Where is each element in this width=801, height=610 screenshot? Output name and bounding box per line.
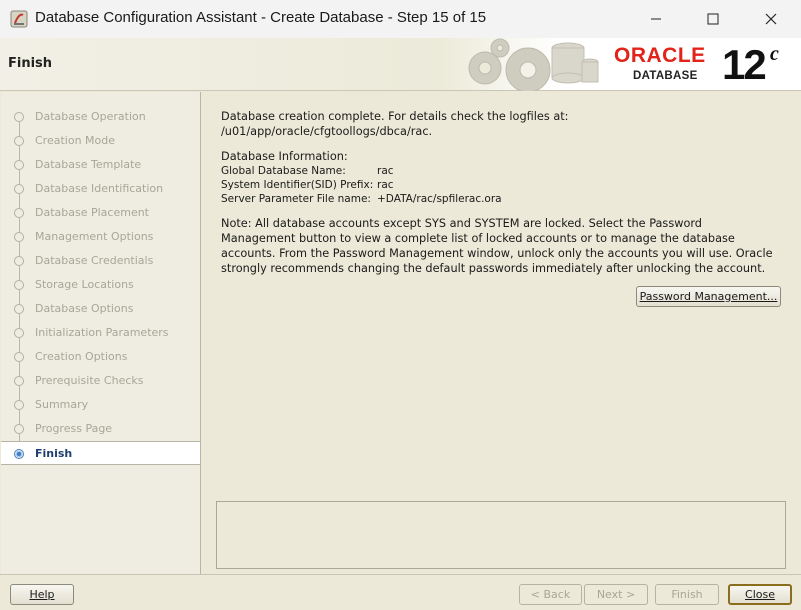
help-label: Help: [29, 588, 55, 601]
maximize-button[interactable]: [684, 0, 742, 38]
step-dot-icon: [14, 424, 24, 434]
database-info-heading: Database Information:: [221, 150, 348, 163]
step-dot-icon: [14, 280, 24, 290]
step-dot-icon: [14, 328, 24, 338]
message-panel: [216, 501, 786, 569]
back-label: < Back: [530, 588, 571, 601]
step-dot-icon: [14, 352, 24, 362]
note-line: Management button to view a complete lis…: [221, 232, 735, 245]
page-title: Finish: [8, 56, 53, 71]
main-content: Database creation complete. For details …: [202, 92, 801, 574]
sid-prefix-value: rac: [377, 179, 394, 191]
nav-step-label: Database Template: [35, 158, 142, 171]
nav-step-management-options[interactable]: Management Options: [1, 225, 200, 249]
step-dot-icon: [14, 112, 24, 122]
nav-step-database-options[interactable]: Database Options: [1, 297, 200, 321]
nav-step-database-credentials[interactable]: Database Credentials: [1, 249, 200, 273]
dbca-app-icon: [10, 10, 28, 28]
header-banner: Finish ORACLE DATABASE 12 c: [0, 38, 801, 91]
active-step-dot-icon: [14, 449, 24, 459]
nav-step-label: Creation Options: [35, 350, 128, 363]
nav-step-database-operation[interactable]: Database Operation: [1, 105, 200, 129]
nav-step-initialization-parameters[interactable]: Initialization Parameters: [1, 321, 200, 345]
nav-step-database-template[interactable]: Database Template: [1, 153, 200, 177]
next-button[interactable]: Next >: [584, 584, 648, 605]
sid-prefix-label: System Identifier(SID) Prefix:: [221, 179, 374, 191]
creation-complete-message: Database creation complete. For details …: [221, 110, 569, 123]
window-title: Database Configuration Assistant - Creat…: [35, 9, 487, 26]
back-button[interactable]: < Back: [519, 584, 582, 605]
nav-step-label: Database Options: [35, 302, 134, 315]
oracle-database-label: DATABASE: [633, 70, 698, 82]
step-dot-icon: [14, 304, 24, 314]
nav-step-creation-options[interactable]: Creation Options: [1, 345, 200, 369]
close-icon: [765, 13, 777, 25]
version-superscript: c: [770, 43, 779, 65]
nav-step-label: Storage Locations: [35, 278, 134, 291]
minimize-button[interactable]: [627, 0, 685, 38]
title-bar: Database Configuration Assistant - Creat…: [0, 0, 801, 38]
nav-step-summary[interactable]: Summary: [1, 393, 200, 417]
nav-step-label: Database Identification: [35, 182, 164, 195]
nav-step-label: Creation Mode: [35, 134, 116, 147]
step-dot-icon: [14, 136, 24, 146]
step-dot-icon: [14, 256, 24, 266]
close-button[interactable]: Close: [728, 584, 792, 605]
step-dot-icon: [14, 376, 24, 386]
minimize-icon: [651, 18, 661, 20]
password-management-button[interactable]: Password Management...: [636, 286, 781, 307]
maximize-icon: [707, 13, 719, 25]
nav-step-prerequisite-checks[interactable]: Prerequisite Checks: [1, 369, 200, 393]
step-dot-icon: [14, 160, 24, 170]
step-dot-icon: [14, 400, 24, 410]
oracle-logo: ORACLE: [614, 44, 706, 67]
nav-step-label: Database Credentials: [35, 254, 154, 267]
global-db-name-value: rac: [377, 165, 394, 177]
step-dot-icon: [14, 184, 24, 194]
version-number: 12: [722, 41, 767, 88]
note-line: accounts. From the Password Management w…: [221, 247, 773, 260]
nav-step-label: Prerequisite Checks: [35, 374, 144, 387]
help-button[interactable]: Help: [10, 584, 74, 605]
password-management-label: Password Management...: [639, 290, 778, 303]
gears-graphic-icon: [468, 38, 599, 91]
logfiles-path: /u01/app/oracle/cfgtoollogs/dbca/rac.: [221, 125, 433, 138]
finish-label: Finish: [671, 588, 703, 601]
nav-step-label: Progress Page: [35, 422, 113, 435]
nav-step-label: Initialization Parameters: [35, 326, 169, 339]
finish-button[interactable]: Finish: [655, 584, 719, 605]
nav-step-label: Database Operation: [35, 110, 146, 123]
close-label: Close: [745, 588, 775, 601]
note-line: Note: All database accounts except SYS a…: [221, 217, 702, 230]
nav-step-database-placement[interactable]: Database Placement: [1, 201, 200, 225]
nav-step-label: Database Placement: [35, 206, 149, 219]
next-label: Next >: [596, 588, 636, 601]
step-navigation: Database Operation Creation Mode Databas…: [1, 92, 201, 574]
nav-step-finish[interactable]: Finish: [1, 441, 200, 465]
spfile-name-label: Server Parameter File name:: [221, 193, 371, 205]
global-db-name-label: Global Database Name:: [221, 165, 346, 177]
spfile-name-value: +DATA/rac/spfilerac.ora: [377, 193, 502, 205]
nav-step-creation-mode[interactable]: Creation Mode: [1, 129, 200, 153]
nav-step-database-identification[interactable]: Database Identification: [1, 177, 200, 201]
note-line: strongly recommends changing the default…: [221, 262, 766, 275]
step-dot-icon: [14, 232, 24, 242]
nav-step-label: Management Options: [35, 230, 154, 243]
nav-step-storage-locations[interactable]: Storage Locations: [1, 273, 200, 297]
close-window-button[interactable]: [742, 0, 800, 38]
nav-step-progress-page[interactable]: Progress Page: [1, 417, 200, 441]
step-dot-icon: [14, 208, 24, 218]
bottom-button-bar: Help < Back Next > Finish Close: [0, 574, 801, 610]
nav-step-label: Summary: [35, 398, 89, 411]
nav-step-label: Finish: [35, 447, 73, 460]
